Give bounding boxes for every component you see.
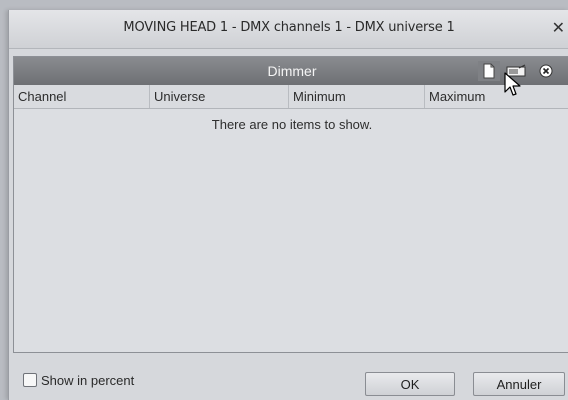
show-in-percent-option[interactable]: Show in percent	[23, 372, 134, 388]
column-maximum[interactable]: Maximum	[425, 85, 562, 108]
title-bar[interactable]: MOVING HEAD 1 - DMX channels 1 - DMX uni…	[9, 10, 568, 49]
column-channel[interactable]: Channel	[14, 85, 150, 108]
close-icon[interactable]: ✕	[552, 18, 565, 38]
show-in-percent-checkbox[interactable]	[23, 373, 37, 387]
panel-header: Dimmer	[14, 57, 568, 85]
empty-list-message: There are no items to show.	[211, 117, 373, 132]
window-title: MOVING HEAD 1 - DMX channels 1 - DMX uni…	[123, 20, 455, 35]
cancel-button[interactable]: Annuler	[473, 372, 565, 396]
show-in-percent-label: Show in percent	[41, 372, 135, 388]
mouse-cursor-icon	[504, 72, 522, 103]
dimmer-panel: Dimmer Channel Universe Minimum Maximum …	[13, 56, 568, 353]
column-header-row: Channel Universe Minimum Maximum	[14, 85, 568, 109]
dialog-window: MOVING HEAD 1 - DMX channels 1 - DMX uni…	[8, 10, 568, 400]
column-minimum[interactable]: Minimum	[289, 85, 425, 108]
delete-icon[interactable]	[536, 61, 556, 81]
new-document-icon[interactable]	[478, 61, 500, 81]
column-universe[interactable]: Universe	[150, 85, 289, 108]
ok-button[interactable]: OK	[365, 372, 455, 396]
